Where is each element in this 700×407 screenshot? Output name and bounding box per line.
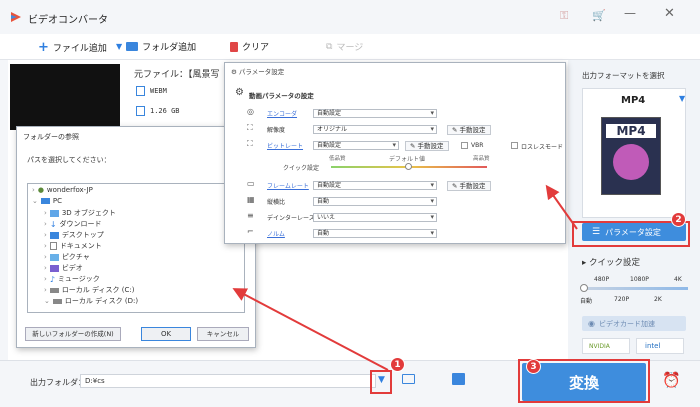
step-badge-2: 2 [671,212,686,227]
step-badge-3: 3 [526,359,541,374]
annotation-arrows [232,184,578,371]
step-badge-1: 1 [390,357,405,372]
